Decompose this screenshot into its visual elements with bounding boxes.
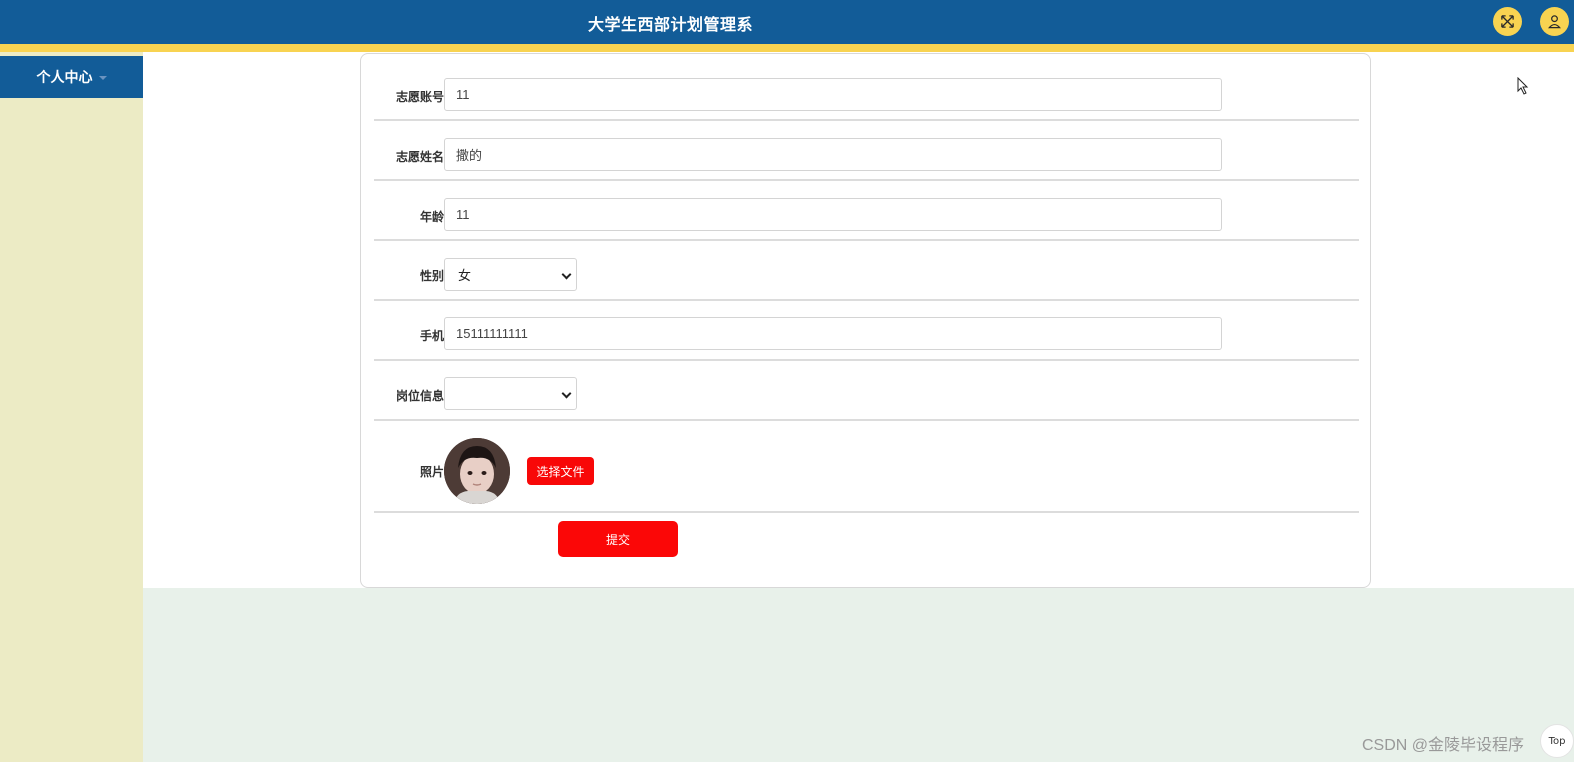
chevron-down-icon — [98, 76, 107, 80]
user-icon — [1548, 15, 1561, 29]
gender-label: 性别 — [419, 269, 444, 283]
user-menu-button[interactable] — [1540, 7, 1569, 36]
chevron-down-icon — [561, 269, 572, 280]
sidebar-item-personal-center[interactable]: 个人中心 — [0, 56, 143, 98]
main-content-footer-area — [143, 588, 1574, 762]
back-to-top-button[interactable]: Top — [1540, 724, 1574, 758]
gender-select[interactable]: 女 — [444, 258, 577, 291]
form-row-phone: 手机 15111111111 — [374, 301, 1359, 361]
top-header: 大学生西部计划管理系 — [0, 0, 1574, 44]
expand-arrows-icon — [1501, 15, 1514, 28]
phone-input[interactable]: 15111111111 — [444, 317, 1222, 350]
form-row-position: 岗位信息 — [374, 361, 1359, 421]
form-row-gender: 性别 女 — [374, 241, 1359, 301]
account-label: 志愿账号 — [395, 90, 444, 104]
photo-label: 照片 — [419, 465, 444, 479]
gender-select-value: 女 — [458, 269, 472, 284]
sidebar: 个人中心 — [0, 52, 143, 762]
form-row-photo: 照片 选择文件 — [374, 421, 1359, 513]
sidebar-item-label: 个人中心 — [36, 70, 93, 86]
profile-form-card: 志愿账号 11 志愿姓名 撒的 年龄 11 性别 女 手机 1511111111… — [360, 53, 1371, 588]
fullscreen-button[interactable] — [1493, 7, 1522, 36]
mouse-cursor-icon — [1517, 77, 1529, 95]
form-row-account: 志愿账号 11 — [374, 54, 1359, 121]
position-select[interactable] — [444, 377, 577, 410]
header-accent-stripe — [0, 44, 1574, 52]
position-label: 岗位信息 — [395, 389, 444, 403]
app-title: 大学生西部计划管理系 — [588, 15, 754, 34]
chevron-down-icon — [561, 388, 572, 399]
choose-file-button[interactable]: 选择文件 — [527, 457, 594, 485]
phone-label: 手机 — [419, 329, 444, 343]
avatar — [444, 438, 510, 504]
submit-button[interactable]: 提交 — [558, 521, 678, 557]
name-input[interactable]: 撒的 — [444, 138, 1222, 171]
name-label: 志愿姓名 — [395, 150, 444, 164]
profile-photo-image — [444, 438, 510, 504]
age-label: 年龄 — [419, 210, 444, 224]
age-input[interactable]: 11 — [444, 198, 1222, 231]
form-row-name: 志愿姓名 撒的 — [374, 121, 1359, 181]
form-row-age: 年龄 11 — [374, 181, 1359, 241]
watermark-text: CSDN @金陵毕设程序 — [1362, 737, 1525, 754]
account-input[interactable]: 11 — [444, 78, 1222, 111]
